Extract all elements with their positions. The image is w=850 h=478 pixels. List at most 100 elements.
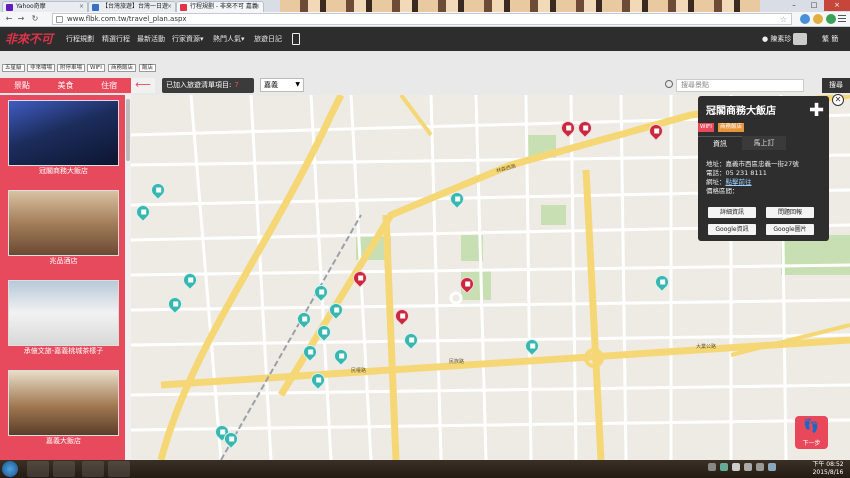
hotel-photo: [8, 370, 119, 436]
mobile-icon[interactable]: [292, 33, 300, 45]
chrome-taskbar-icon[interactable]: [27, 461, 49, 477]
travel-favicon-icon: [92, 4, 99, 11]
tray-icon[interactable]: [744, 463, 752, 471]
user-menu[interactable]: ● 陳素珍: [762, 27, 791, 51]
panel-price: 價格區間：: [706, 187, 739, 195]
filter-tag[interactable]: 附停車場: [57, 64, 86, 72]
google-info-button[interactable]: Google資訊: [708, 224, 756, 235]
panel-title: 冠閣商務大飯店: [706, 106, 776, 117]
browser-theme-image: [280, 0, 760, 12]
close-window-icon[interactable]: ×: [824, 0, 850, 11]
close-tab-icon[interactable]: ×: [167, 2, 172, 12]
browser-tab-travel[interactable]: 【台灣旅遊】台灣一日遊 ×: [88, 1, 176, 12]
avatar[interactable]: [793, 33, 807, 45]
search-input[interactable]: 搜尋景點: [676, 79, 804, 92]
nav-popular[interactable]: 熱門人氣▾: [213, 27, 245, 51]
nav-trip-planning[interactable]: 行程規劃: [66, 27, 94, 51]
volume-icon[interactable]: [756, 463, 764, 471]
search-button[interactable]: 搜尋: [822, 78, 850, 93]
system-clock[interactable]: 下午 08:52 2015/8/16: [808, 461, 848, 477]
app-taskbar-icon[interactable]: [82, 461, 104, 477]
add-to-list-icon[interactable]: ✚: [809, 102, 824, 120]
bookmark-star-icon[interactable]: ☆: [780, 14, 787, 25]
hotel-photo: [8, 280, 119, 346]
tray-icon[interactable]: [708, 463, 716, 471]
extension-icon[interactable]: [800, 14, 810, 24]
close-icon[interactable]: ✕: [832, 94, 844, 106]
filter-tag[interactable]: 飯店: [139, 64, 157, 72]
hotel-info-panel: 冠閣商務大飯店 ✚ ✕ WIFI 商務飯店 資訊 馬上訂 地址：嘉義市西區忠義一…: [698, 94, 844, 241]
website-link[interactable]: 點擊前往: [726, 178, 752, 186]
minimize-icon[interactable]: –: [784, 0, 804, 11]
page-icon: [56, 16, 63, 23]
nav-travel-diary[interactable]: 旅遊日記: [254, 27, 282, 51]
filter-tag[interactable]: 非來嘯場: [27, 64, 56, 72]
report-button[interactable]: 問題回報: [766, 207, 814, 218]
panel-details: 地址：嘉義市西區忠義一街27號 電話：05 231 8111 網址：點擊前往 價…: [706, 160, 799, 196]
browser-tab-bar: Yahoo奇摩 × 【台灣旅遊】台灣一日遊 × 行程規劃 - 非來不可 嘉義 ×…: [0, 0, 850, 12]
site-header: 非來不可 行程規劃 精選行程 最新活動 行家資源▾ 熱門人氣▾ 旅遊日記 ● 陳…: [0, 27, 850, 51]
tab-info[interactable]: 資訊: [698, 136, 742, 150]
panel-tag-wifi: WIFI: [698, 123, 714, 132]
list-item[interactable]: 兆品酒店: [8, 190, 119, 267]
media-taskbar-icon[interactable]: [108, 461, 130, 477]
details-button[interactable]: 詳細資訊: [708, 207, 756, 218]
folder-taskbar-icon[interactable]: [53, 461, 75, 477]
browser-tab-active[interactable]: 行程規劃 - 非來不可 嘉義 ×: [176, 1, 264, 12]
tab-attractions[interactable]: 景點: [0, 78, 44, 93]
collapse-arrow-icon[interactable]: ⟵: [131, 78, 155, 93]
tray-icon[interactable]: [720, 463, 728, 471]
os-taskbar: 下午 08:52 2015/8/16: [0, 460, 850, 478]
forward-icon[interactable]: →: [16, 14, 26, 24]
list-item[interactable]: 冠閣商務大飯店: [8, 100, 119, 177]
nav-latest-events[interactable]: 最新活動: [137, 27, 165, 51]
search-icon: [665, 80, 673, 88]
panel-tag-business: 商務飯店: [718, 123, 745, 132]
city-select[interactable]: 嘉義 ▼: [260, 78, 304, 92]
road-label: 民權路: [351, 368, 367, 374]
google-images-button[interactable]: Google圖片: [766, 224, 814, 235]
reload-icon[interactable]: ↻: [30, 14, 40, 24]
flbk-favicon-icon: [180, 4, 187, 11]
browser-tab-yahoo[interactable]: Yahoo奇摩 ×: [2, 1, 88, 12]
added-items-counter[interactable]: 已加入旅遊清單項目: 7: [162, 78, 254, 93]
filter-tag[interactable]: WIFI: [87, 64, 105, 72]
nav-featured-trips[interactable]: 精選行程: [102, 27, 130, 51]
road-label: 大業公路: [696, 344, 717, 350]
filter-tag[interactable]: 五星級: [2, 64, 25, 72]
hotel-photo: [8, 190, 119, 256]
yahoo-favicon-icon: [6, 4, 13, 11]
network-icon[interactable]: [768, 463, 776, 471]
footprints-icon: 👣: [803, 419, 820, 434]
category-tabs: 景點 美食 住宿: [0, 78, 131, 93]
filter-tag[interactable]: 商務飯店: [108, 64, 137, 72]
close-tab-icon[interactable]: ×: [255, 2, 260, 12]
address-input[interactable]: www.flbk.com.tw/travel_plan.aspx ☆: [52, 13, 792, 25]
panel-tabs: 資訊 馬上訂: [698, 136, 829, 150]
back-icon[interactable]: ←: [4, 14, 14, 24]
start-icon[interactable]: [2, 461, 18, 477]
road-label: 民族路: [449, 359, 465, 365]
panel-website: 網址：點擊前往: [706, 178, 752, 186]
panel-address: 地址：嘉義市西區忠義一街27號: [706, 160, 799, 168]
close-tab-icon[interactable]: ×: [79, 2, 84, 12]
tab-lodging[interactable]: 住宿: [87, 78, 131, 93]
panel-phone: 電話：05 231 8111: [706, 169, 767, 177]
extension-icon[interactable]: [826, 14, 836, 24]
maximize-icon[interactable]: □: [804, 0, 824, 11]
list-item[interactable]: 承億文旅-嘉義桃城茶樣子: [8, 280, 119, 357]
list-item[interactable]: 嘉義大飯店: [8, 370, 119, 447]
tray-icon[interactable]: [732, 463, 740, 471]
browser-toolbar: ← → ↻ www.flbk.com.tw/travel_plan.aspx ☆: [0, 12, 850, 27]
next-step-button[interactable]: 👣 下一步: [795, 416, 828, 449]
chevron-down-icon: ▼: [295, 81, 300, 88]
language-switch[interactable]: 繁 簡: [822, 27, 838, 51]
extension-icon[interactable]: [813, 14, 823, 24]
hotel-list: 冠閣商務大飯店 兆品酒店 承億文旅-嘉義桃城茶樣子 嘉義大飯店: [0, 95, 131, 460]
nav-expert-resources[interactable]: 行家資源▾: [172, 27, 204, 51]
hotel-photo: [8, 100, 119, 166]
tab-book[interactable]: 馬上訂: [742, 136, 786, 150]
browser-menu-icon[interactable]: [838, 15, 846, 23]
tab-food[interactable]: 美食: [44, 78, 88, 93]
site-logo[interactable]: 非來不可: [5, 30, 59, 48]
